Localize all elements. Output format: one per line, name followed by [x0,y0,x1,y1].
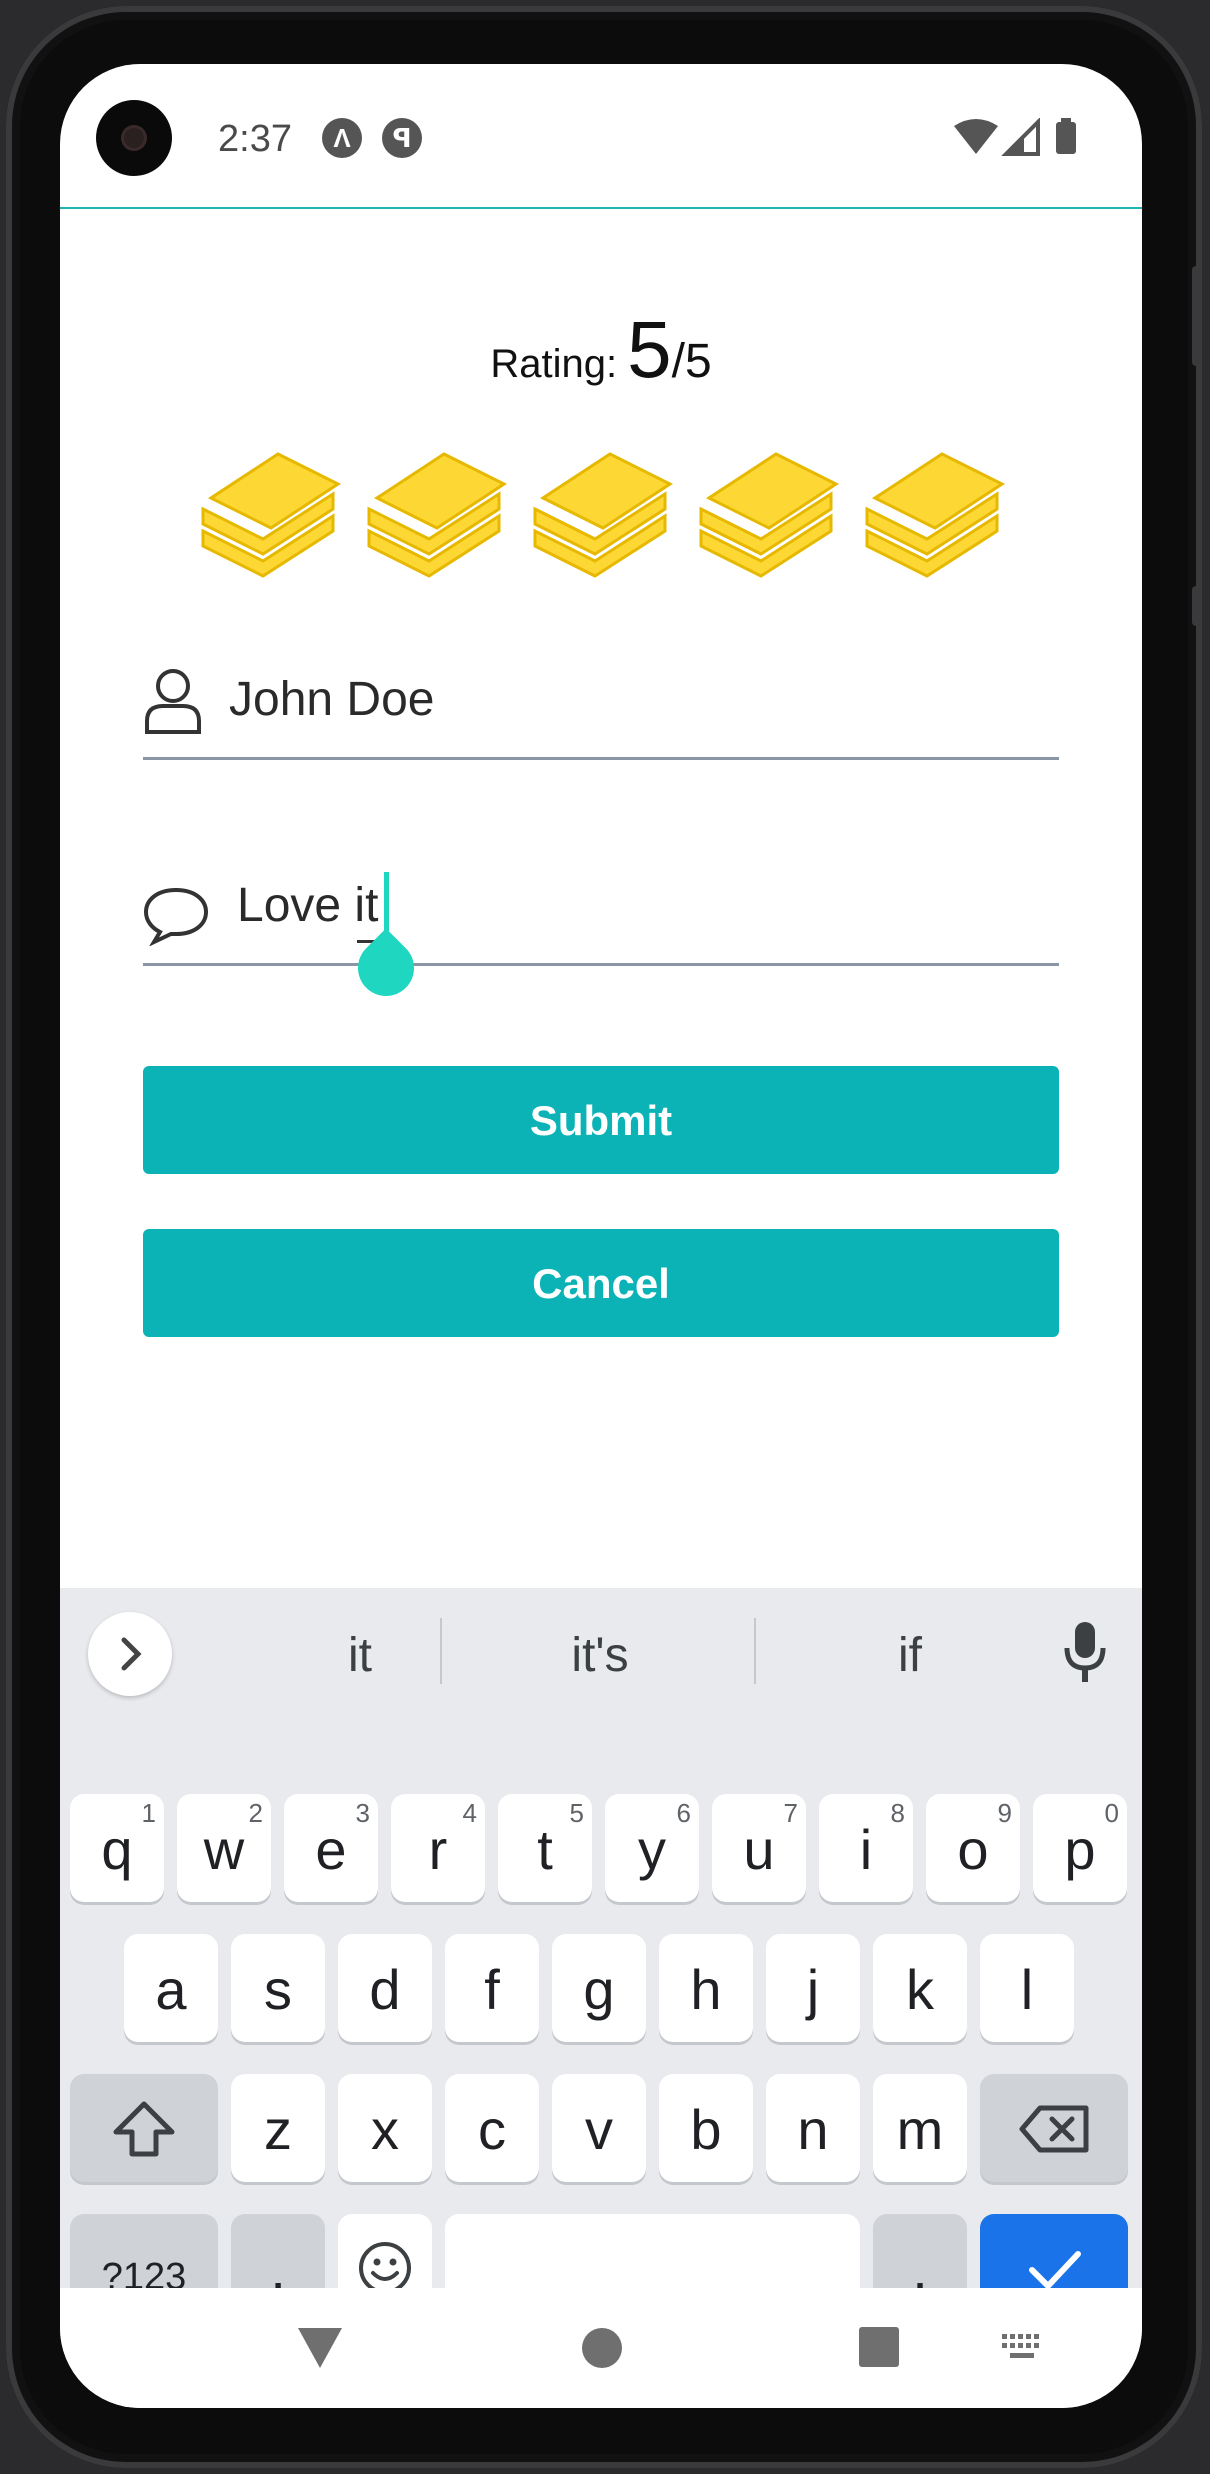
key-hint: 1 [141,1798,156,1828]
key-label: t [537,1818,553,1881]
microphone-icon[interactable] [1062,1618,1108,1688]
front-camera [96,100,172,176]
key-e[interactable]: e3 [284,1794,378,1902]
cancel-button[interactable]: Cancel [143,1229,1059,1337]
suggestion-item[interactable]: if [760,1616,1060,1696]
key-k[interactable]: k [873,1934,967,2042]
key-label: p [1064,1818,1096,1881]
side-button [1192,586,1202,626]
key-j[interactable]: j [766,1934,860,2042]
comment-underline [143,963,1059,966]
key-r[interactable]: r4 [391,1794,485,1902]
status-time: 2:37 [218,118,292,160]
key-i[interactable]: i8 [819,1794,913,1902]
key-hint: 9 [997,1798,1012,1828]
backspace-key[interactable] [980,2074,1128,2182]
key-f[interactable]: f [445,1934,539,2042]
rating-value: 5 [627,305,672,394]
suggestion-bar: it it's if [60,1588,1142,1718]
key-hint: 4 [462,1798,477,1828]
suggestion-item[interactable]: it's [450,1616,750,1696]
key-o[interactable]: o9 [926,1794,1020,1902]
navigation-bar [60,2288,1142,2408]
key-u[interactable]: u7 [712,1794,806,1902]
key-label: o [957,1818,989,1881]
name-underline [143,757,1059,760]
key-g[interactable]: g [552,1934,646,2042]
soft-keyboard: it it's if q1 w2 e3 r4 t5 y6 u7 i8 o9 p0… [60,1588,1142,2322]
back-icon[interactable] [296,2326,344,2370]
key-hint: 0 [1104,1798,1119,1828]
key-label: y [638,1818,666,1881]
key-b[interactable]: b [659,2074,753,2182]
key-s[interactable]: s [231,1934,325,2042]
key-n[interactable]: n [766,2074,860,2182]
key-w[interactable]: w2 [177,1794,271,1902]
key-label: r [428,1818,448,1881]
key-hint: 6 [676,1798,691,1828]
shift-key[interactable] [70,2074,218,2182]
system-status-icons [954,118,1076,156]
rating-max: /5 [671,335,712,388]
suggestion-separator [754,1618,756,1684]
status-bar: 2:37 Λ ꟼ [60,64,1142,208]
book-rating-selector [193,436,1013,586]
key-label: w [203,1818,245,1881]
chevron-right-icon [121,1637,142,1671]
key-y[interactable]: y6 [605,1794,699,1902]
comment-input[interactable]: Love it [237,878,378,933]
expand-suggestions-button[interactable] [88,1612,172,1696]
submit-button[interactable]: Submit [143,1066,1059,1174]
key-hint: 2 [248,1798,263,1828]
key-v[interactable]: v [552,2074,646,2182]
name-input[interactable]: John Doe [229,672,434,727]
side-button [1192,266,1202,366]
key-l[interactable]: l [980,1934,1074,2042]
battery-icon [1056,122,1076,154]
key-a[interactable]: a [124,1934,218,2042]
home-icon[interactable] [580,2326,624,2370]
key-h[interactable]: h [659,1934,753,2042]
key-p[interactable]: p0 [1033,1794,1127,1902]
key-t[interactable]: t5 [498,1794,592,1902]
key-d[interactable]: d [338,1934,432,2042]
key-hint: 5 [569,1798,584,1828]
a-notification-icon: Λ [322,118,362,158]
key-hint: 8 [890,1798,905,1828]
phone-screen: 2:37 Λ ꟼ Rating: 5/5 John Doe Love it Su… [60,64,1142,2408]
book-rating-icon[interactable] [359,436,509,586]
book-rating-icon[interactable] [857,436,1007,586]
shift-icon [113,2101,175,2157]
wifi-icon [954,119,998,154]
key-label: i [859,1818,873,1881]
header-divider [60,207,1142,209]
book-rating-icon[interactable] [193,436,343,586]
key-label: u [743,1818,775,1881]
key-q[interactable]: q1 [70,1794,164,1902]
checkmark-icon [1029,2251,1081,2289]
book-rating-icon[interactable] [691,436,841,586]
backspace-icon [1019,2105,1089,2153]
key-label: q [101,1818,133,1881]
book-rating-icon[interactable] [525,436,675,586]
user-icon [145,669,201,734]
key-hint: 3 [355,1798,370,1828]
key-m[interactable]: m [873,2074,967,2182]
comment-icon [143,887,209,946]
rating-display: Rating: 5/5 [60,304,1142,396]
comment-field[interactable]: Love it [143,860,1059,1008]
recents-icon[interactable] [858,2326,900,2368]
p-notification-icon: ꟼ [382,118,422,158]
key-hint: 7 [783,1798,798,1828]
suggestion-separator [440,1618,442,1684]
keyboard-switch-icon[interactable] [1000,2332,1046,2362]
rating-label: Rating: [490,342,618,386]
key-c[interactable]: c [445,2074,539,2182]
name-field[interactable]: John Doe [143,654,1059,760]
key-x[interactable]: x [338,2074,432,2182]
key-label: e [315,1818,347,1881]
key-z[interactable]: z [231,2074,325,2182]
